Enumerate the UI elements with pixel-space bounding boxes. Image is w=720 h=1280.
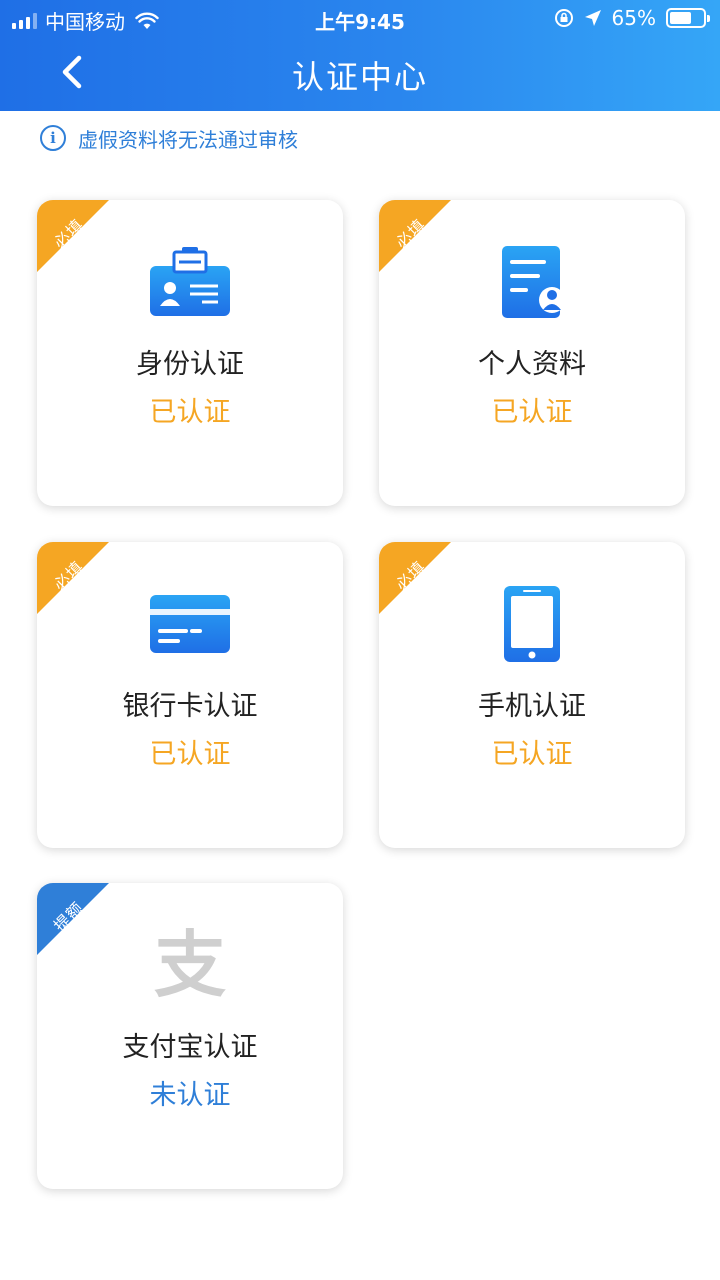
card-mobile[interactable]: 必填 手机认证 已认证 — [379, 542, 685, 848]
mobile-phone-icon — [504, 586, 560, 662]
id-card-icon — [150, 247, 230, 316]
rotation-lock-icon — [554, 9, 573, 27]
card-status: 已认证 — [491, 739, 573, 770]
alipay-icon: 支 — [153, 923, 226, 1007]
card-title: 身份认证 — [136, 349, 244, 380]
header: 中国移动 上午9:45 65% 认证中心 — [0, 0, 720, 111]
card-title: 支付宝认证 — [122, 1032, 258, 1063]
battery-icon — [666, 8, 710, 28]
card-title: 手机认证 — [478, 691, 586, 722]
bank-card-icon — [150, 595, 230, 653]
card-profile[interactable]: 必填 个人资料 已认证 — [379, 200, 685, 506]
battery-fill — [670, 12, 691, 24]
card-title: 银行卡认证 — [122, 691, 258, 722]
card-status: 未认证 — [149, 1080, 231, 1111]
info-icon: i — [40, 125, 66, 151]
card-identity[interactable]: 必填 身份认证 已认证 — [37, 200, 343, 506]
card-bank[interactable]: 必填 银行卡认证 已认证 — [37, 542, 343, 848]
nav-bar: 认证中心 — [0, 36, 720, 111]
card-title: 个人资料 — [478, 349, 586, 380]
battery-percent: 65% — [611, 6, 656, 30]
card-status: 已认证 — [149, 739, 231, 770]
notice-bar: i 虚假资料将无法通过审核 — [40, 122, 298, 154]
notice-text: 虚假资料将无法通过审核 — [78, 127, 298, 152]
location-arrow-icon — [584, 10, 601, 26]
profile-document-icon — [502, 246, 565, 318]
page-title: 认证中心 — [291, 58, 428, 96]
card-status: 已认证 — [149, 397, 231, 428]
status-bar: 中国移动 上午9:45 65% — [0, 0, 720, 36]
card-alipay[interactable]: 提额 支 支付宝认证 未认证 — [37, 883, 343, 1189]
card-status: 已认证 — [491, 397, 573, 428]
